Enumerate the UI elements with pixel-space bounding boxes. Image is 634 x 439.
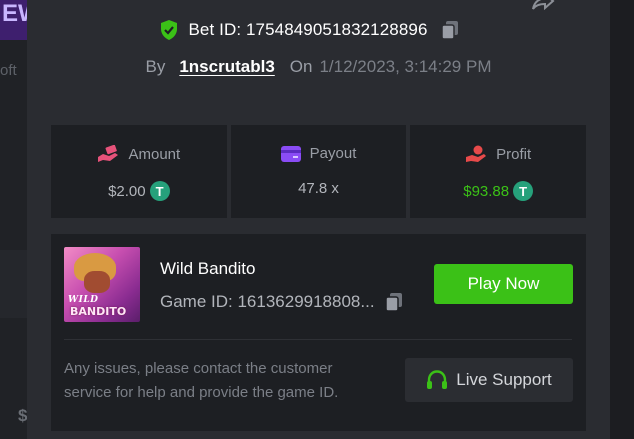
thumbnail-face (84, 271, 110, 293)
thumbnail-title-line2: BANDITO (70, 305, 127, 318)
stat-payout: Payout 47.8 x (230, 125, 407, 218)
bet-detail-modal: Bet ID: 1754849051832128896 By 1nscrutab… (27, 0, 610, 439)
shield-check-icon (161, 20, 178, 40)
copy-icon[interactable] (440, 20, 459, 40)
bet-stats: Amount $2.00 T Payout 47.8 x Profit $93.… (51, 125, 587, 218)
bet-id: Bet ID: 1754849051832128896 (188, 20, 428, 39)
stat-amount-value: $2.00 (108, 182, 146, 200)
live-support-button[interactable]: Live Support (405, 358, 573, 402)
game-card: WILD BANDITO Wild Bandito Game ID: 16136… (51, 234, 586, 431)
live-support-label: Live Support (456, 370, 552, 389)
stat-profit-label: Profit (496, 145, 532, 163)
card-icon (280, 145, 301, 162)
tether-icon: T (149, 181, 170, 201)
game-thumbnail[interactable]: WILD BANDITO (64, 247, 140, 322)
game-id: Game ID: 1613629918808... (160, 292, 375, 311)
by-label: By (145, 57, 166, 76)
background-page: EW oft (0, 0, 27, 439)
headset-icon (427, 370, 448, 389)
tether-icon: T (513, 181, 534, 201)
stat-payout-label: Payout (309, 145, 357, 162)
background-text: oft (0, 62, 17, 79)
copy-icon[interactable] (384, 292, 403, 312)
stat-amount: Amount $2.00 T (51, 125, 227, 218)
bet-date: 1/12/2023, 3:14:29 PM (319, 57, 492, 76)
share-icon[interactable] (531, 0, 555, 10)
user-link[interactable]: 1nscrutabl3 (179, 57, 274, 77)
background-stripe (0, 250, 27, 318)
background-logo: EW (0, 0, 27, 40)
money-hand-icon (98, 145, 119, 162)
profit-hand-icon (466, 145, 487, 162)
background-right (610, 0, 634, 439)
on-label: On (289, 57, 313, 76)
divider (64, 339, 572, 340)
stat-profit: Profit $93.88 T (410, 125, 587, 218)
stat-payout-value: 47.8 x (298, 180, 339, 197)
help-text: Any issues, please contact the customer … (64, 360, 339, 401)
game-id-row: Game ID: 1613629918808... (160, 292, 403, 312)
game-name: Wild Bandito (160, 259, 256, 278)
bet-id-row: Bet ID: 1754849051832128896 (27, 20, 610, 40)
stat-amount-label: Amount (128, 145, 181, 163)
thumbnail-title-line1: WILD (68, 295, 99, 305)
stat-profit-value: $93.88 (463, 182, 510, 200)
bet-meta-row: By 1nscrutabl3 On 1/12/2023, 3:14:29 PM (27, 57, 610, 77)
play-now-button[interactable]: Play Now (434, 264, 573, 304)
